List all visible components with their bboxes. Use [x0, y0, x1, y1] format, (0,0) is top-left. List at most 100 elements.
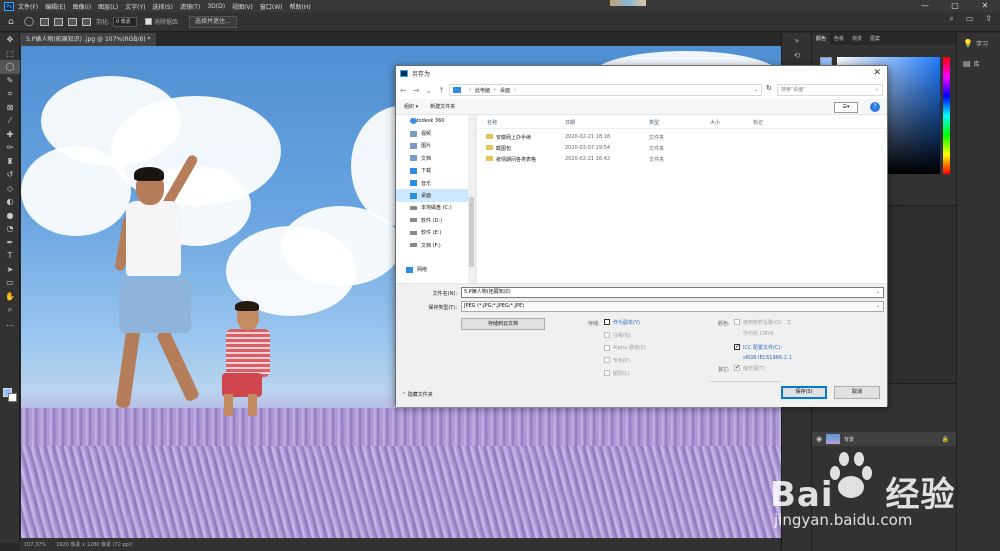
learn-panel-button[interactable]: 💡 学习 [957, 33, 1000, 53]
menu-select[interactable]: 选择(S) [152, 2, 173, 11]
as-copy-checkbox[interactable] [604, 319, 610, 326]
column-name[interactable]: 名称 [487, 119, 497, 126]
menu-view[interactable]: 视图(V) [232, 2, 253, 11]
nav-item-desktop[interactable]: 桌面 [396, 189, 475, 202]
feather-input[interactable]: 0 像素 [113, 16, 138, 27]
nav-item-network[interactable]: 网络 [396, 264, 475, 276]
hand-tool-icon[interactable]: ✋ [0, 290, 20, 304]
home-icon[interactable]: ⌂ [8, 17, 18, 27]
organize-button[interactable]: 组织 ▾ [404, 103, 418, 110]
brush-tool-icon[interactable]: ✏ [0, 141, 20, 155]
nav-item-videos[interactable]: 视频 [396, 127, 475, 139]
dodge-tool-icon[interactable]: ◔ [0, 222, 20, 236]
breadcrumb-desktop[interactable]: 桌面 [500, 87, 510, 94]
forward-arrow-icon[interactable]: → [413, 86, 420, 95]
history-brush-tool-icon[interactable]: ↺ [0, 168, 20, 182]
workspace-icon[interactable]: ▭ [966, 14, 974, 24]
eraser-tool-icon[interactable]: ◇ [0, 182, 20, 196]
quick-select-tool-icon[interactable]: ✎ [0, 74, 20, 88]
nav-item-drive-f[interactable]: 文档 (F:) [396, 239, 475, 251]
chevron-down-icon[interactable]: ⌄ [876, 302, 880, 311]
menu-layer[interactable]: 图层(L) [98, 2, 118, 11]
dialog-close-button[interactable]: ✕ [873, 68, 881, 78]
pen-tool-icon[interactable]: ✒ [0, 236, 20, 250]
lasso-tool-icon[interactable]: ◯ [24, 17, 34, 27]
search-input[interactable]: 搜索"桌面" ⌕ [777, 84, 883, 96]
eyedropper-tool-icon[interactable]: ⁄ [0, 114, 20, 128]
rectangle-tool-icon[interactable]: ▭ [0, 276, 20, 290]
maximize-button[interactable]: □ [940, 0, 970, 12]
paint-bucket-tool-icon[interactable]: ◐ [0, 195, 20, 209]
tab-patterns[interactable]: 图案 [866, 33, 884, 45]
tab-gradients[interactable]: 渐变 [848, 33, 866, 45]
hide-folders-toggle[interactable]: ⌃ 隐藏文件夹 [402, 391, 433, 398]
chevron-down-icon[interactable]: ⌄ [754, 87, 758, 93]
menu-3d[interactable]: 3D(D) [207, 3, 225, 10]
new-selection-icon[interactable] [40, 17, 49, 26]
intersect-selection-icon[interactable] [82, 17, 91, 26]
menu-file[interactable]: 文件(F) [18, 2, 38, 11]
nav-item-music[interactable]: 音乐 [396, 177, 475, 189]
path-select-tool-icon[interactable]: ➤ [0, 263, 20, 277]
icc-profile-option[interactable]: ICC 配置文件(C): [734, 341, 792, 354]
lock-icon[interactable]: 🔒 [942, 436, 949, 443]
menu-help[interactable]: 帮助(H) [290, 2, 311, 11]
scrollbar-thumb[interactable] [469, 197, 474, 267]
nav-item-pictures[interactable]: 图片 [396, 140, 475, 152]
help-icon[interactable]: ? [870, 102, 880, 112]
as-copy-option[interactable]: 作为副本(Y) [604, 316, 646, 329]
menu-image[interactable]: 图像(I) [73, 2, 91, 11]
nav-item-autodesk360[interactable]: Autodesk 360 [396, 115, 475, 127]
column-size[interactable]: 大小 [710, 119, 720, 126]
eye-icon[interactable]: ◉ [816, 435, 826, 443]
column-tags[interactable]: 标记 [753, 119, 763, 126]
nav-item-drive-d[interactable]: 软件 (D:) [396, 214, 475, 226]
view-options-button[interactable]: ☰▾ [834, 102, 858, 113]
nav-item-documents[interactable]: 文档 [396, 152, 475, 164]
back-arrow-icon[interactable]: ← [400, 86, 407, 95]
close-window-button[interactable]: ✕ [970, 0, 1000, 12]
breadcrumb-this-pc[interactable]: 此电脑 [475, 87, 490, 94]
save-button[interactable]: 保存(S) [781, 386, 827, 399]
healing-tool-icon[interactable]: ✚ [0, 128, 20, 142]
hue-slider[interactable] [943, 57, 950, 174]
menu-window[interactable]: 窗口(W) [260, 2, 283, 11]
share-icon[interactable]: ⇪ [985, 14, 992, 24]
libraries-panel-button[interactable]: ▤ 库 [957, 53, 1000, 73]
blur-tool-icon[interactable]: ● [0, 209, 20, 223]
tab-swatches[interactable]: 色板 [830, 33, 848, 45]
lasso-tool-icon[interactable]: ◯ [0, 60, 20, 74]
antialias-checkbox[interactable] [145, 18, 153, 25]
more-tools-icon[interactable]: … [0, 317, 20, 331]
filename-input[interactable]: 5.P婊人物(拓展知识) ⌄ [461, 287, 884, 298]
file-row[interactable]: 截图包 2020-03-07 19:54 文件夹 [483, 143, 783, 153]
save-to-cloud-button[interactable]: 存储到云文档 [461, 318, 545, 330]
nav-item-downloads[interactable]: 下载 [396, 165, 475, 177]
address-bar[interactable]: › 此电脑 › 桌面 › ⌄ [449, 84, 762, 96]
new-folder-button[interactable]: 新建文件夹 [430, 103, 455, 110]
minimize-button[interactable]: — [910, 0, 940, 12]
marquee-tool-icon[interactable]: ⬚ [0, 47, 20, 61]
background-color-swatch[interactable] [8, 393, 17, 402]
up-arrow-icon[interactable]: ↑ [438, 86, 445, 95]
column-type[interactable]: 类型 [649, 119, 659, 126]
icc-profile-checkbox[interactable] [734, 343, 740, 351]
refresh-icon[interactable]: ↻ [766, 84, 776, 96]
search-icon[interactable]: ⌕ [949, 14, 953, 24]
cancel-button[interactable]: 取消 [834, 386, 880, 399]
stamp-tool-icon[interactable]: ♜ [0, 155, 20, 169]
file-row[interactable]: 安徽网上办手续 2020-02-21 18:18 文件夹 [483, 132, 783, 142]
subtract-selection-icon[interactable] [68, 17, 77, 26]
zoom-level[interactable]: 107.37% [24, 542, 46, 548]
zoom-tool-icon[interactable]: ⌕ [0, 303, 20, 317]
expand-panels-icon[interactable]: » [782, 33, 812, 48]
crop-tool-icon[interactable]: ⌗ [0, 87, 20, 101]
recent-dropdown-icon[interactable]: ⌄ [425, 86, 432, 95]
history-icon[interactable]: ⟲ [782, 48, 812, 63]
type-tool-icon[interactable]: T [0, 249, 20, 263]
layer-background[interactable]: ◉ 背景 🔒 [812, 432, 957, 446]
add-selection-icon[interactable] [54, 17, 63, 26]
select-and-mask-button[interactable]: 选择并遮住... [189, 15, 237, 28]
column-date[interactable]: 日期 [565, 119, 575, 126]
file-row[interactable]: 疫情期间各类表格 2020-02-21 16:42 文件夹 [483, 154, 783, 164]
